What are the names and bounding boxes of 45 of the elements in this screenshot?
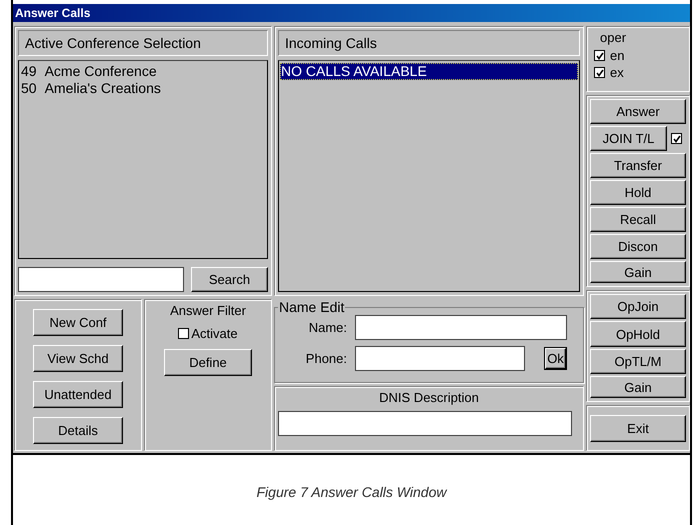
call-button[interactable]: Answer xyxy=(590,99,686,124)
call-button[interactable]: Gain xyxy=(590,261,686,283)
incoming-list[interactable]: NO CALLS AVAILABLE xyxy=(278,60,580,292)
call-button[interactable]: Transfer xyxy=(590,153,686,178)
activate-label: Activate xyxy=(191,326,238,341)
oper-checkbox[interactable] xyxy=(594,50,605,61)
join-button[interactable]: JOIN T/L xyxy=(590,126,667,151)
conference-item[interactable]: 50 Amelia's Creations xyxy=(20,80,266,97)
call-button[interactable]: Discon xyxy=(590,234,686,259)
panel-header: Active Conference Selection xyxy=(18,30,268,56)
name-field[interactable] xyxy=(355,315,567,340)
define-button[interactable]: Define xyxy=(164,349,252,376)
dnis-label: DNIS Description xyxy=(378,390,480,405)
operator-button[interactable]: OpTL/M xyxy=(590,348,686,374)
name-edit-legend: Name Edit xyxy=(278,299,346,315)
oper-checkbox[interactable] xyxy=(594,67,605,78)
search-field[interactable] xyxy=(18,267,184,292)
call-button[interactable]: Recall xyxy=(590,207,686,232)
conference-list[interactable]: 49 Acme Conference 50 Amelia's Creations xyxy=(18,60,268,259)
ok-button[interactable]: Ok xyxy=(545,348,566,369)
operator-button[interactable]: Gain xyxy=(590,376,686,398)
conference-item[interactable]: 49 Acme Conference xyxy=(20,63,266,80)
exit-button[interactable]: Exit xyxy=(590,414,686,442)
operator-button[interactable]: OpJoin xyxy=(590,294,686,320)
oper-option-label: en xyxy=(610,48,624,63)
figure-caption: Figure 7 Answer Calls Window xyxy=(256,483,448,502)
join-checkbox[interactable] xyxy=(671,133,682,144)
phone-field[interactable] xyxy=(355,346,525,371)
incoming-call-item[interactable]: NO CALLS AVAILABLE xyxy=(280,63,578,80)
activate-checkbox[interactable] xyxy=(178,328,190,339)
operator-button[interactable]: OpHold xyxy=(590,321,686,347)
window-title: Answer Calls xyxy=(15,6,90,20)
conference-button[interactable]: New Conf xyxy=(33,309,123,336)
search-button[interactable]: Search xyxy=(191,267,268,292)
conference-button[interactable]: Details xyxy=(33,417,123,444)
panel-header: Incoming Calls xyxy=(278,30,580,56)
dnis-field[interactable] xyxy=(278,411,572,436)
oper-option-label: ex xyxy=(610,65,624,80)
field-label: Phone: xyxy=(304,351,347,366)
conference-button[interactable]: Unattended xyxy=(33,381,123,408)
conference-button[interactable]: View Schd xyxy=(33,345,123,372)
field-label: Name: xyxy=(308,320,347,335)
call-button[interactable]: Hold xyxy=(590,180,686,205)
oper-label: oper xyxy=(599,30,628,47)
answer-filter-label: Answer Filter xyxy=(170,303,246,318)
